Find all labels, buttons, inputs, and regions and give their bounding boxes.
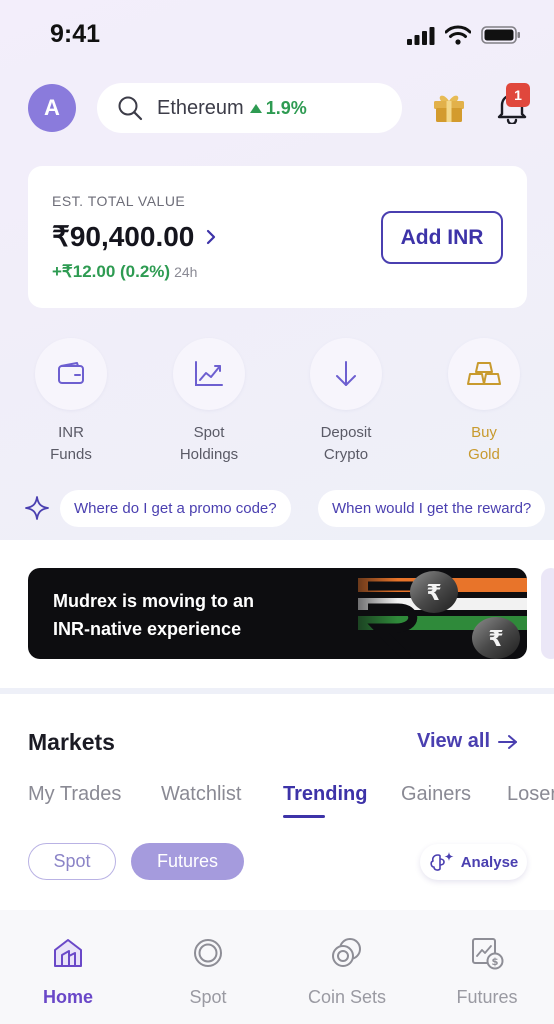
inr-funds-label: INR Funds [26,422,116,466]
filter-spot[interactable]: Spot [28,843,116,880]
up-triangle-icon [249,103,262,113]
status-bar: 9:41 [0,0,554,70]
tab-trending[interactable]: Trending [283,783,367,806]
arrow-down-icon [336,361,356,386]
inr-funds-circle [35,338,107,410]
status-time: 9:41 [50,20,101,48]
search-change-value: 1.9% [265,97,307,118]
home-icon [54,939,82,967]
spot-holdings-label-line2: Holdings [179,446,239,463]
buy-gold-circle [448,338,520,410]
tab-losers[interactable]: Losers [507,783,554,806]
spot-holdings-label: Spot Holdings [164,422,254,466]
promo-banner[interactable]: Mudrex is moving to an INR-native experi… [28,568,527,659]
filter-futures[interactable]: Futures [131,843,244,880]
buy-gold-action[interactable]: Buy Gold [439,338,529,466]
spot-holdings-label-line1: Spot [193,424,225,441]
arrow-right-icon [498,734,518,749]
nav-coin-sets-label: Coin Sets [307,987,387,1007]
spot-icon [194,939,222,967]
nav-spot-label: Spot [189,987,227,1007]
banner-line1: Mudrex is moving to an [53,591,255,611]
portfolio-period: 24h [174,264,198,280]
view-all-label: View all [417,730,491,752]
search-coin-name: Ethereum [157,96,244,119]
tab-gainers[interactable]: Gainers [401,783,471,806]
buy-gold-label-line2: Gold [468,446,500,463]
chart-icon [195,361,223,386]
nav-home[interactable]: Home [13,936,123,1008]
markets-title: Markets [28,729,115,755]
chevron-right-icon [207,229,216,244]
banner-text: Mudrex is moving to an INR-native experi… [53,587,254,643]
prompt-chip-promo-code[interactable]: Where do I get a promo code? [60,490,291,527]
active-tab-indicator [283,815,325,818]
analyse-label: Analyse [460,853,519,871]
nav-futures[interactable]: $ Futures [432,936,542,1008]
wallet-icon [58,362,84,384]
nav-futures-label: Futures [456,987,518,1007]
prompt-chip-reward[interactable]: When would I get the reward? [318,490,546,527]
portfolio-card: EST. TOTAL VALUE ₹90,400.00 +₹12.00 (0.2… [28,166,527,308]
avatar-initial: A [44,95,60,120]
spot-holdings-action[interactable]: Spot Holdings [164,338,254,466]
notification-badge: 1 [506,83,530,107]
portfolio-amount-row[interactable]: ₹90,400.00 [52,220,218,253]
avatar[interactable]: A [28,84,76,132]
battery-icon [481,26,520,44]
gift-icon[interactable] [431,88,467,124]
deposit-crypto-label: Deposit Crypto [301,422,391,466]
coin-sets-icon [332,938,361,967]
svg-text:₹: ₹ [426,581,441,606]
section-divider [0,688,554,694]
svg-text:$: $ [492,957,499,968]
analyse-button[interactable]: Analyse [420,844,527,880]
deposit-crypto-action[interactable]: Deposit Crypto [301,338,391,466]
next-banner-peek[interactable] [541,568,554,659]
portfolio-change: +₹12.00 (0.2%) 24h [52,262,197,282]
view-all-link[interactable]: View all [417,730,518,753]
inr-funds-label-line2: Funds [50,446,92,463]
portfolio-amount: ₹90,400.00 [52,221,195,252]
spot-holdings-circle [173,338,245,410]
search-bar[interactable]: Ethereum 1.9% [97,83,402,133]
gold-bars-icon [467,362,501,385]
add-inr-button[interactable]: Add INR [381,211,503,264]
deposit-crypto-label-line1: Deposit [320,424,372,441]
signal-icon [407,27,435,45]
brain-sparkle-icon [430,852,454,871]
search-coin-change: 1.9% [249,97,307,119]
sparkle-icon [25,496,49,520]
bottom-nav: Home Spot Coin Sets $ Futures [0,910,554,1024]
deposit-crypto-label-line2: Crypto [323,446,369,463]
search-icon [118,96,143,121]
portfolio-change-value: +₹12.00 (0.2%) [52,262,171,281]
buy-gold-label: Buy Gold [439,422,529,466]
rupee-banner-art: ₹ ₹ [328,568,527,659]
futures-icon: $ [472,938,504,970]
buy-gold-label-line1: Buy [471,424,497,441]
portfolio-label: EST. TOTAL VALUE [52,193,186,209]
inr-funds-action[interactable]: INR Funds [26,338,116,466]
tab-watchlist[interactable]: Watchlist [161,783,241,806]
nav-home-label: Home [42,987,93,1007]
nav-coin-sets[interactable]: Coin Sets [292,936,402,1008]
inr-funds-label-line1: INR [58,424,84,441]
nav-spot[interactable]: Spot [153,936,263,1008]
deposit-crypto-circle [310,338,382,410]
banner-line2: INR-native experience [53,619,242,639]
svg-text:₹: ₹ [488,627,503,652]
wifi-icon [445,25,471,45]
tab-my-trades[interactable]: My Trades [28,783,121,806]
